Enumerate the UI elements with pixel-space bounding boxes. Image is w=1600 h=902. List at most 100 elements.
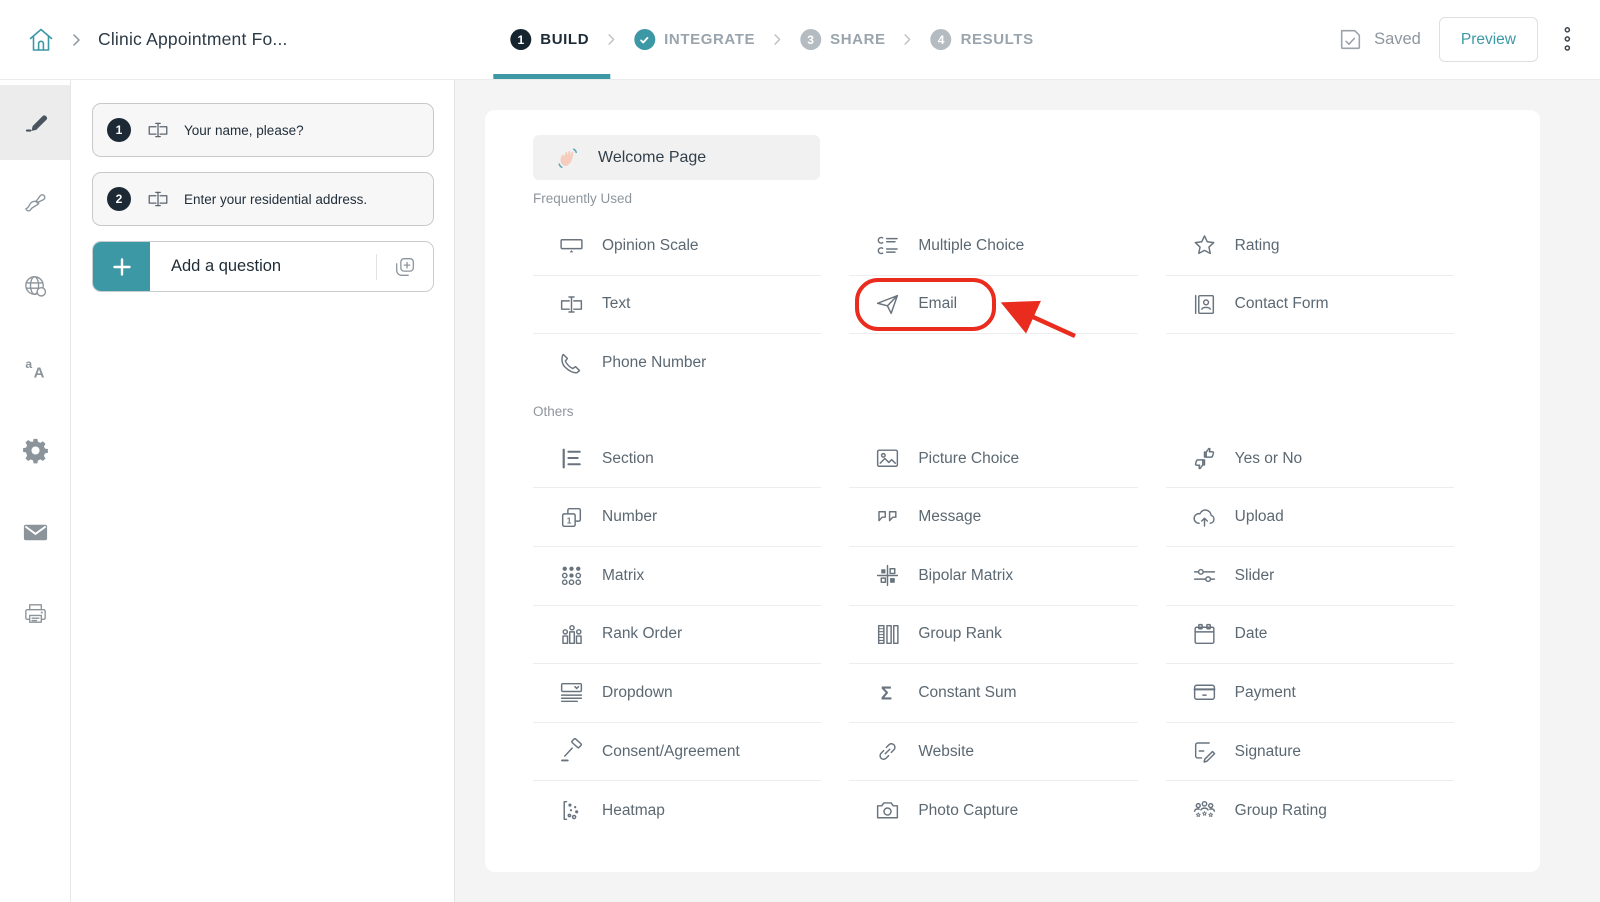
brush-icon bbox=[21, 190, 50, 219]
website-icon bbox=[874, 738, 901, 765]
type-item-label: Multiple Choice bbox=[918, 237, 1024, 255]
breadcrumb: Clinic Appointment Fo... bbox=[26, 25, 288, 55]
type-item-contact-form[interactable]: Contact Form bbox=[1166, 276, 1454, 335]
wave-icon bbox=[555, 145, 581, 171]
step-share[interactable]: 3 SHARE bbox=[800, 0, 886, 79]
type-item-label: Number bbox=[602, 508, 657, 526]
type-item-rank-order[interactable]: Rank Order bbox=[533, 606, 821, 665]
kebab-menu-icon[interactable] bbox=[1562, 25, 1574, 55]
type-item-date[interactable]: Date bbox=[1166, 606, 1454, 665]
type-item-rating[interactable]: Rating bbox=[1166, 217, 1454, 276]
message-icon bbox=[874, 504, 901, 531]
rail-item-pencil[interactable] bbox=[0, 85, 70, 160]
preview-button[interactable]: Preview bbox=[1439, 17, 1538, 62]
rail-item-translate[interactable]: aA bbox=[0, 331, 70, 406]
type-item-bipolar-matrix[interactable]: Bipolar Matrix bbox=[849, 547, 1137, 606]
type-item-group-rating[interactable]: Group Rating bbox=[1166, 781, 1454, 840]
type-item-label: Section bbox=[602, 450, 654, 468]
print-icon bbox=[21, 600, 50, 629]
svg-text:1: 1 bbox=[567, 515, 572, 525]
type-item-matrix[interactable]: Matrix bbox=[533, 547, 821, 606]
type-item-label: Payment bbox=[1235, 684, 1296, 702]
svg-text:a: a bbox=[25, 357, 32, 371]
question-type-board: Welcome Page Frequently UsedOpinion Scal… bbox=[485, 110, 1540, 872]
add-question-label: Add a question bbox=[171, 257, 281, 276]
group-rank-icon bbox=[874, 621, 901, 648]
type-item-consent-agreement[interactable]: Consent/Agreement bbox=[533, 723, 821, 782]
type-item-label: Rating bbox=[1235, 237, 1280, 255]
type-item-photo-capture[interactable]: Photo Capture bbox=[849, 781, 1137, 840]
email-icon bbox=[874, 291, 901, 318]
type-item-label: Rank Order bbox=[602, 625, 682, 643]
step-results[interactable]: 4 RESULTS bbox=[931, 0, 1034, 79]
slider-icon bbox=[1191, 562, 1218, 589]
type-item-payment[interactable]: Payment bbox=[1166, 664, 1454, 723]
chevron-right-icon bbox=[772, 32, 783, 47]
upload-icon bbox=[1191, 504, 1218, 531]
type-item-label: Signature bbox=[1235, 743, 1301, 761]
check-icon bbox=[634, 29, 655, 50]
type-item-dropdown[interactable]: Dropdown bbox=[533, 664, 821, 723]
type-item-phone-number[interactable]: Phone Number bbox=[533, 334, 821, 393]
workflow-steps: 1 BUILD INTEGRATE 3 SHARE 4 RESULTS bbox=[510, 0, 1033, 79]
type-item-picture-choice[interactable]: Picture Choice bbox=[849, 430, 1137, 489]
svg-text:Σ: Σ bbox=[881, 683, 892, 704]
group-rating-icon bbox=[1191, 797, 1218, 824]
multiple-choice-icon bbox=[874, 232, 901, 259]
step-number-badge: 3 bbox=[800, 29, 821, 50]
type-item-label: Date bbox=[1235, 625, 1268, 643]
type-sections: Frequently UsedOpinion ScaleTextPhone Nu… bbox=[533, 191, 1454, 840]
step-build[interactable]: 1 BUILD bbox=[510, 0, 589, 79]
type-item-label: Upload bbox=[1235, 508, 1284, 526]
question-card[interactable]: 1Your name, please? bbox=[92, 103, 434, 157]
type-item-constant-sum[interactable]: ΣConstant Sum bbox=[849, 664, 1137, 723]
type-item-heatmap[interactable]: Heatmap bbox=[533, 781, 821, 840]
type-item-number[interactable]: 1 Number bbox=[533, 488, 821, 547]
type-item-label: Opinion Scale bbox=[602, 237, 699, 255]
type-grid: Section 1 Number Matrix Rank Order Dropdown Co… bbox=[533, 430, 1454, 840]
step-integrate[interactable]: INTEGRATE bbox=[634, 0, 755, 79]
chevron-right-icon bbox=[606, 32, 617, 47]
welcome-page-button[interactable]: Welcome Page bbox=[533, 135, 820, 180]
welcome-page-label: Welcome Page bbox=[598, 149, 706, 167]
rail-item-gear[interactable] bbox=[0, 413, 70, 488]
rail-item-mail[interactable] bbox=[0, 495, 70, 570]
type-item-label: Matrix bbox=[602, 567, 644, 585]
type-item-upload[interactable]: Upload bbox=[1166, 488, 1454, 547]
rail-item-globe[interactable] bbox=[0, 249, 70, 324]
type-item-text[interactable]: Text bbox=[533, 276, 821, 335]
type-item-slider[interactable]: Slider bbox=[1166, 547, 1454, 606]
rail-item-print[interactable] bbox=[0, 577, 70, 652]
type-item-section[interactable]: Section bbox=[533, 430, 821, 489]
opinion-scale-icon bbox=[558, 232, 585, 259]
type-item-label: Email bbox=[918, 295, 957, 313]
add-question-button[interactable]: Add a question bbox=[92, 241, 434, 292]
plus-icon[interactable] bbox=[93, 242, 150, 291]
type-item-label: Slider bbox=[1235, 567, 1275, 585]
question-panel: 1Your name, please? 2Enter your residenti… bbox=[71, 80, 455, 902]
type-grid-column: Yes or No Upload Slider Date Payment Signatur… bbox=[1166, 430, 1454, 840]
payment-icon bbox=[1191, 679, 1218, 706]
form-title[interactable]: Clinic Appointment Fo... bbox=[98, 29, 288, 50]
type-item-opinion-scale[interactable]: Opinion Scale bbox=[533, 217, 821, 276]
top-bar: Clinic Appointment Fo... 1 BUILD INTEGRA… bbox=[0, 0, 1600, 80]
type-item-website[interactable]: Website bbox=[849, 723, 1137, 782]
type-item-message[interactable]: Message bbox=[849, 488, 1137, 547]
contact-form-icon bbox=[1191, 291, 1218, 318]
question-list: 1Your name, please? 2Enter your residenti… bbox=[92, 103, 434, 226]
type-item-email[interactable]: Email bbox=[849, 276, 1137, 335]
rail-item-brush[interactable] bbox=[0, 167, 70, 242]
question-card[interactable]: 2Enter your residential address. bbox=[92, 172, 434, 226]
type-item-label: Message bbox=[918, 508, 981, 526]
type-item-group-rank[interactable]: Group Rank bbox=[849, 606, 1137, 665]
consent-icon bbox=[558, 738, 585, 765]
home-icon[interactable] bbox=[26, 25, 56, 55]
type-item-label: Dropdown bbox=[602, 684, 673, 702]
type-item-signature[interactable]: Signature bbox=[1166, 723, 1454, 782]
type-item-multiple-choice[interactable]: Multiple Choice bbox=[849, 217, 1137, 276]
save-icon bbox=[1337, 26, 1364, 53]
app-window: Clinic Appointment Fo... 1 BUILD INTEGRA… bbox=[0, 0, 1600, 902]
duplicate-icon[interactable] bbox=[377, 255, 433, 279]
photo-capture-icon bbox=[874, 797, 901, 824]
type-item-yes-or-no[interactable]: Yes or No bbox=[1166, 430, 1454, 489]
